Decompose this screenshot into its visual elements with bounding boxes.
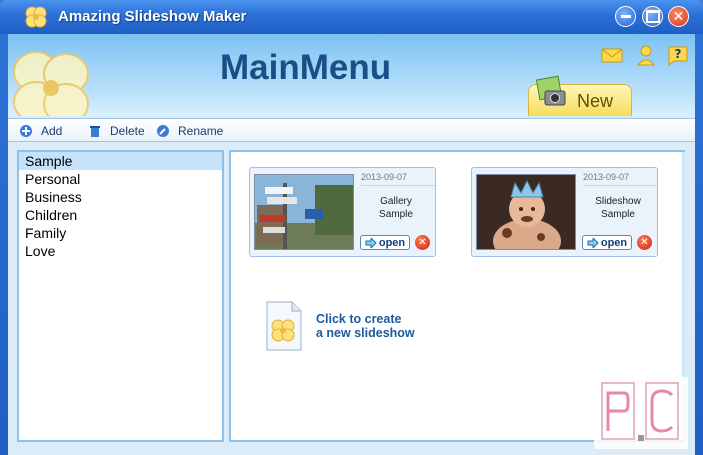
rename-label: Rename <box>178 124 224 138</box>
delete-label: Delete <box>110 124 145 138</box>
page-title: MainMenu <box>220 48 392 87</box>
close-icon: ✕ <box>672 8 685 25</box>
slideshow-date: 2013-09-07 <box>361 172 435 186</box>
slideshow-name-line: Slideshow <box>595 196 641 207</box>
window-title: Amazing Slideshow Maker <box>58 8 247 25</box>
delete-slideshow-button[interactable]: ✕ <box>637 235 652 250</box>
category-item[interactable]: Family <box>19 224 222 242</box>
close-icon: ✕ <box>418 236 427 248</box>
pc-watermark-logo <box>601 382 679 441</box>
create-label[interactable]: Click to create a new slideshow <box>316 312 415 340</box>
create-label-line: a new slideshow <box>316 326 415 340</box>
maximize-button[interactable] <box>642 6 663 27</box>
delete-icon <box>90 126 100 137</box>
slideshow-card[interactable]: 2013-09-07 Slideshow Sample open ✕ <box>471 167 658 257</box>
category-item[interactable]: Children <box>19 206 222 224</box>
category-item[interactable]: Business <box>19 188 222 206</box>
slideshow-name: Slideshow Sample <box>580 195 656 221</box>
camera-icon <box>535 75 566 106</box>
open-button[interactable]: open <box>360 235 410 250</box>
clover-logo-icon <box>25 6 47 28</box>
arrow-right-icon <box>365 237 377 248</box>
rename-button[interactable]: Rename <box>156 122 223 140</box>
minimize-button[interactable] <box>615 6 636 27</box>
svg-text:?: ? <box>675 47 682 61</box>
create-label-line: Click to create <box>316 312 402 326</box>
close-button[interactable]: ✕ <box>668 6 689 27</box>
category-list: Sample Personal Business Children Family… <box>17 150 224 442</box>
add-button[interactable]: Add <box>19 122 62 140</box>
new-label: New <box>577 91 614 111</box>
slideshow-card[interactable]: 2013-09-07 Gallery Sample open ✕ <box>249 167 436 257</box>
slideshow-name-line: Sample <box>379 209 413 220</box>
new-slideshow-tab[interactable]: New <box>528 75 632 116</box>
delete-button[interactable]: Delete <box>88 122 145 140</box>
open-button[interactable]: open <box>582 235 632 250</box>
clover-banner-icon <box>13 51 89 116</box>
create-slideshow-link[interactable]: Click to create a new slideshow <box>264 298 484 354</box>
category-item[interactable]: Personal <box>19 170 222 188</box>
mail-icon[interactable] <box>600 43 624 67</box>
slideshow-name: Gallery Sample <box>358 195 434 221</box>
add-icon <box>20 125 32 137</box>
category-item[interactable]: Sample <box>19 152 222 170</box>
user-icon[interactable] <box>634 43 658 67</box>
title-bar[interactable]: Amazing Slideshow Maker ✕ <box>0 0 703 34</box>
open-label: open <box>600 236 628 249</box>
client-area: MainMenu ? New Add Delete Rename Sample … <box>8 34 695 455</box>
slideshow-thumbnail[interactable] <box>254 174 354 250</box>
app-window: Amazing Slideshow Maker ✕ MainMenu ? New… <box>0 0 703 455</box>
slideshow-name-line: Gallery <box>380 196 412 207</box>
toolbar: Add Delete Rename <box>8 118 695 142</box>
baby-photo-image <box>477 175 575 249</box>
header-banner: MainMenu ? New <box>8 34 695 116</box>
open-label: open <box>378 236 406 249</box>
watermark-overlay <box>594 377 688 449</box>
new-document-icon <box>266 301 302 351</box>
help-icon[interactable]: ? <box>666 43 690 67</box>
close-icon: ✕ <box>640 236 649 248</box>
slideshow-date: 2013-09-07 <box>583 172 657 186</box>
delete-slideshow-button[interactable]: ✕ <box>415 235 430 250</box>
rename-icon <box>157 125 169 137</box>
category-item[interactable]: Love <box>19 242 222 260</box>
slideshow-name-line: Sample <box>601 209 635 220</box>
slideshow-thumbnail[interactable] <box>476 174 576 250</box>
add-label: Add <box>41 124 63 138</box>
arrow-right-icon <box>587 237 599 248</box>
street-signs-image <box>255 175 353 249</box>
